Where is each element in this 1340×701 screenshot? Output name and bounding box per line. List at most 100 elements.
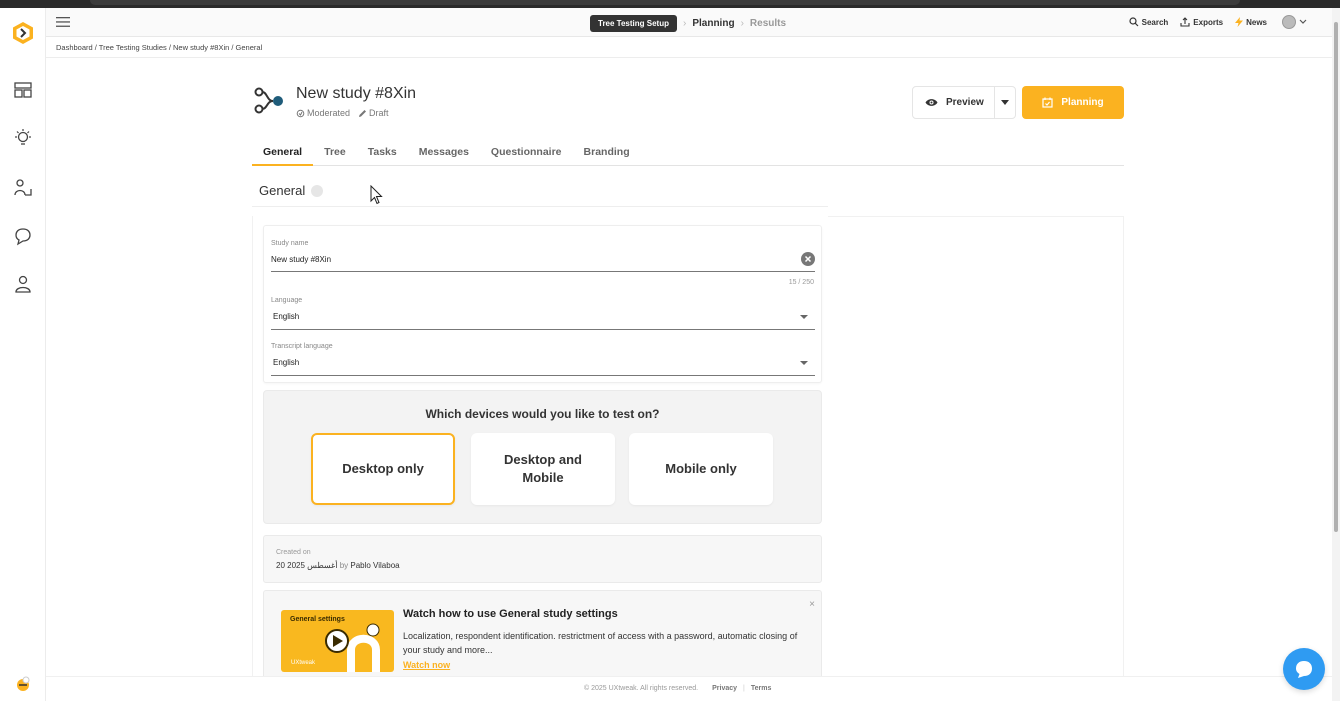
tab-tree[interactable]: Tree: [313, 140, 357, 166]
top-bar: Tree Testing Setup › Planning › Results …: [46, 8, 1332, 37]
chevron-right-icon: ›: [682, 17, 687, 29]
breadcrumb[interactable]: Dashboard / Tree Testing Studies / New s…: [56, 43, 262, 52]
step-planning[interactable]: Planning: [692, 18, 734, 29]
planning-label: Planning: [1061, 97, 1104, 108]
lightbulb-icon[interactable]: [13, 128, 33, 148]
video-description: Localization, respondent identification.…: [403, 631, 798, 655]
video-thumbnail[interactable]: General settings UXtweak: [281, 610, 394, 672]
footer-separator: |: [743, 685, 745, 692]
chat-bubble-icon: [1296, 661, 1312, 678]
chat-icon[interactable]: [13, 226, 33, 246]
caret-down-icon[interactable]: [800, 361, 808, 365]
mouse-cursor-icon: [370, 185, 383, 205]
lightning-icon: [1235, 17, 1244, 27]
study-steps: Tree Testing Setup › Planning › Results: [590, 14, 786, 32]
character-counter: 15 / 250: [788, 279, 814, 286]
preview-button[interactable]: Preview: [913, 87, 996, 118]
study-name-label: Study name: [271, 240, 309, 247]
search-icon: [1129, 17, 1139, 27]
tab-general[interactable]: General: [252, 140, 314, 166]
search-button[interactable]: Search: [1129, 17, 1168, 27]
menu-icon[interactable]: [56, 16, 70, 28]
user-icon[interactable]: [13, 274, 33, 294]
page-scrollbar[interactable]: [1332, 8, 1340, 701]
transcript-language-select[interactable]: English: [273, 358, 299, 367]
clear-icon[interactable]: [801, 252, 815, 266]
divider: [252, 216, 253, 676]
help-icon[interactable]: [311, 184, 324, 197]
language-field-underline: [271, 329, 815, 330]
transcript-field-underline: [271, 375, 815, 376]
created-label: Created on: [276, 549, 311, 556]
tab-questionnaire[interactable]: Questionnaire: [480, 140, 573, 166]
scrollbar-thumb[interactable]: [1334, 22, 1338, 532]
breadcrumb-bar: Dashboard / Tree Testing Studies / New s…: [46, 37, 1332, 58]
divider: [1123, 216, 1124, 676]
tree-testing-icon: [254, 87, 283, 114]
chevron-right-icon: ›: [740, 17, 744, 29]
device-selector: Which devices would you like to test on?…: [263, 390, 822, 524]
study-meta: Moderated Draft: [296, 108, 397, 118]
divider: [252, 206, 828, 207]
preview-label: Preview: [946, 97, 984, 108]
caret-down-icon: [1001, 100, 1010, 105]
tab-tasks[interactable]: Tasks: [357, 140, 408, 166]
language-select[interactable]: English: [273, 312, 299, 321]
study-status-label: Draft: [369, 108, 389, 118]
divider: [828, 216, 1124, 217]
device-option-label: Mobile only: [665, 461, 737, 476]
footer-content: © 2025 UXtweak. All rights reserved. Pri…: [584, 685, 771, 692]
preview-dropdown-button[interactable]: [995, 87, 1015, 118]
tab-branding[interactable]: Branding: [573, 140, 641, 166]
account-menu[interactable]: [1279, 14, 1310, 30]
created-author: Pablo Vilaboa: [350, 561, 400, 570]
pencil-icon: [359, 109, 367, 117]
browser-top-strip: [0, 0, 1340, 8]
created-by: by: [339, 561, 349, 570]
uxtweak-logo-icon[interactable]: [11, 21, 35, 45]
device-option-desktop-and-mobile[interactable]: Desktop and Mobile: [471, 433, 615, 505]
step-results[interactable]: Results: [750, 18, 786, 29]
terms-link[interactable]: Terms: [751, 685, 772, 692]
page-title: New study #8Xin: [296, 85, 417, 102]
study-tabs: General Tree Tasks Messages Questionnair…: [252, 140, 1124, 166]
chevron-down-icon: [1299, 19, 1307, 24]
thumbnail-brand: UXtweak: [291, 660, 316, 666]
transcript-language-label: Transcript language: [271, 343, 333, 350]
video-tutorial-card: General settings UXtweak Watch how to us…: [263, 590, 822, 680]
exports-button[interactable]: Exports: [1180, 17, 1223, 27]
device-question: Which devices would you like to test on?: [425, 407, 660, 421]
dashboard-icon[interactable]: [13, 80, 33, 100]
moderated-icon: [296, 109, 305, 117]
participants-icon[interactable]: [13, 178, 33, 198]
sidebar: [0, 8, 46, 701]
study-mode-label: Moderated: [307, 108, 351, 118]
device-option-desktop-only[interactable]: Desktop only: [311, 433, 455, 505]
device-option-label: Desktop only: [342, 461, 424, 476]
support-chat-button[interactable]: [1283, 648, 1325, 690]
privacy-link[interactable]: Privacy: [712, 685, 737, 692]
watch-now-link[interactable]: Watch now: [403, 660, 450, 670]
study-name-field[interactable]: [271, 252, 815, 272]
top-right-actions: Search Exports News: [1117, 14, 1310, 30]
created-value: 20 أغسطس 2025 by Pablo Vilaboa: [276, 561, 400, 570]
calendar-check-icon: [1042, 97, 1053, 108]
device-option-mobile-only[interactable]: Mobile only: [629, 433, 773, 505]
news-button[interactable]: News: [1235, 17, 1267, 27]
created-date: 20 أغسطس 2025: [276, 561, 338, 570]
study-mode: Moderated: [296, 108, 350, 118]
planning-button[interactable]: Planning: [1022, 86, 1124, 119]
video-title: Watch how to use General study settings: [403, 608, 618, 620]
exports-label: Exports: [1193, 17, 1224, 27]
caret-down-icon[interactable]: [800, 315, 808, 319]
news-label: News: [1246, 17, 1267, 27]
eye-icon: [925, 99, 938, 106]
study-name-input[interactable]: New study #8Xin: [271, 255, 331, 264]
tab-messages[interactable]: Messages: [408, 140, 480, 166]
avatar: [1282, 15, 1296, 29]
preview-button-group: Preview: [912, 86, 1016, 119]
step-setup[interactable]: Tree Testing Setup: [590, 14, 677, 32]
footer: © 2025 UXtweak. All rights reserved. Pri…: [46, 676, 1332, 701]
close-icon[interactable]: ×: [809, 599, 815, 610]
bee-mascot-icon[interactable]: [14, 675, 32, 693]
